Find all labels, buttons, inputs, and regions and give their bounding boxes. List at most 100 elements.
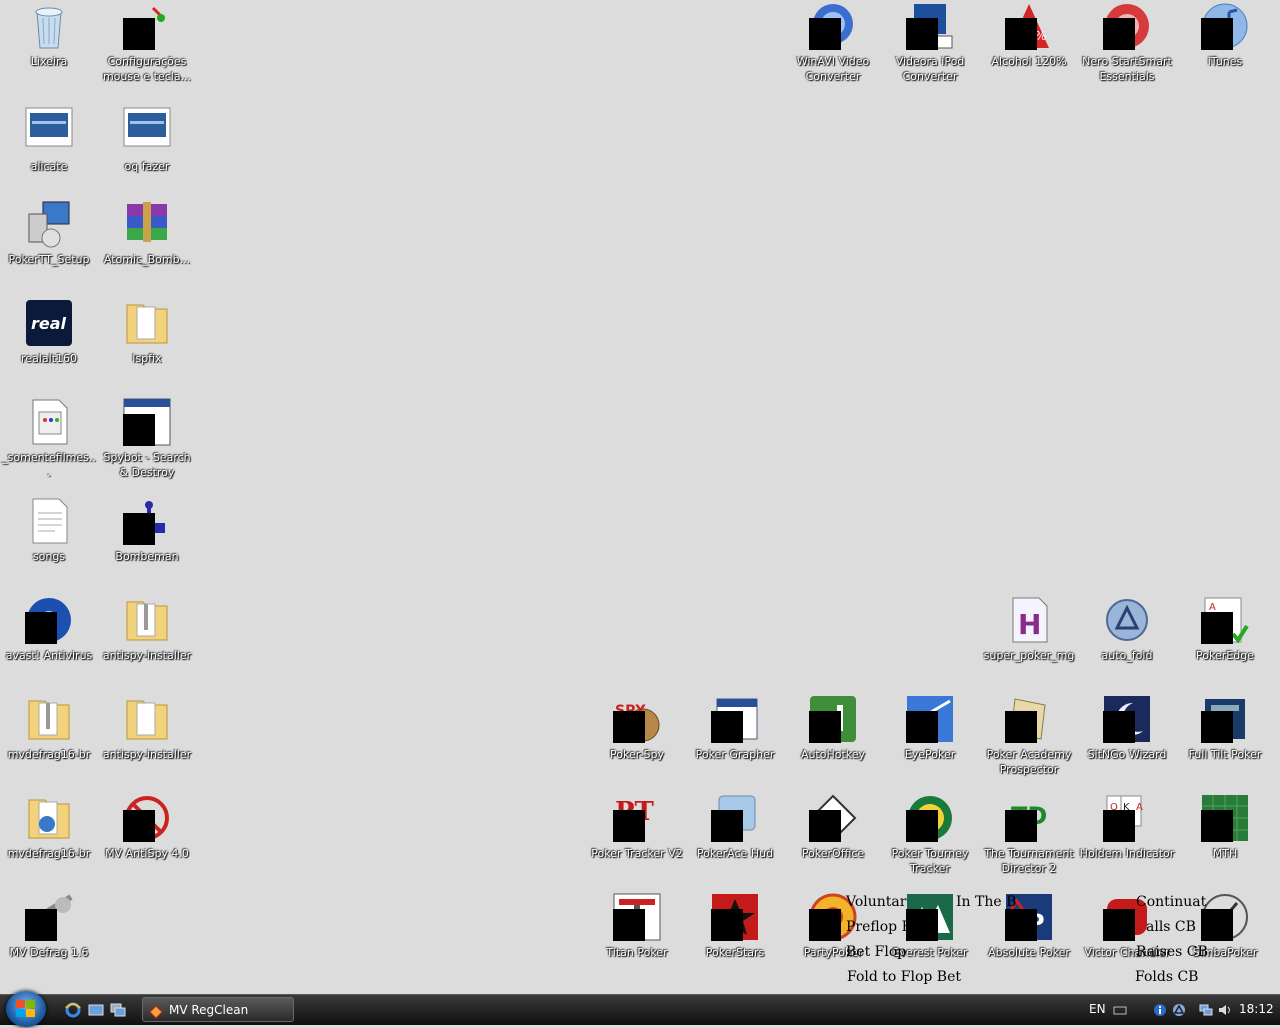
taskbar-button-label: MV RegClean <box>169 1003 249 1017</box>
desktop-icon-sitngo-wizard[interactable]: SitNGo Wizard <box>1079 695 1175 762</box>
text-file-icon <box>25 497 73 545</box>
desktop-icon-realalt[interactable]: real realalt160 <box>1 299 97 366</box>
titan-poker-icon <box>613 893 661 941</box>
desktop-icon-somentefilmes[interactable]: _somentefilmes... <box>1 398 97 480</box>
avast-icon: ? <box>25 596 73 644</box>
pokerstars-icon <box>711 893 759 941</box>
desktop-icon-poker-academy[interactable]: Poker Academy Prospector <box>981 695 1077 777</box>
volume-icon[interactable] <box>1218 1002 1232 1016</box>
mv-regclean-icon <box>149 1003 163 1019</box>
network-icon[interactable] <box>1199 1002 1213 1016</box>
overlay-calls-cb: alls CB <box>1146 919 1196 935</box>
desktop-icon-mvdefrag-1[interactable]: mvdefrag16-br <box>1 695 97 762</box>
eyepoker-icon <box>906 695 954 743</box>
desktop-icon-tournament-director[interactable]: TD The Tournament Director 2 <box>981 794 1077 876</box>
desktop-icon-poker-grapher[interactable]: Poker Grapher <box>687 695 783 762</box>
full-tilt-icon <box>1201 695 1249 743</box>
desktop-icon-eyepoker[interactable]: EyePoker <box>882 695 978 762</box>
internet-explorer-icon[interactable] <box>65 1002 81 1018</box>
keyboard-icon[interactable] <box>1113 1002 1127 1016</box>
overlay-continuation: Continuat <box>1136 894 1207 910</box>
pokeroffice-icon <box>809 794 857 842</box>
desktop-icon-mv-defrag[interactable]: MV Defrag 1.6 <box>1 893 97 960</box>
desktop-icon-bombeman[interactable]: Bombeman <box>99 497 195 564</box>
videora-icon <box>906 2 954 50</box>
autoit-script-icon <box>1103 596 1151 644</box>
desktop-icon-videora[interactable]: Videora iPod Converter <box>882 2 978 84</box>
svg-text:H: H <box>1018 608 1041 641</box>
desktop-icon-mv-antispy[interactable]: MV AntiSpy 4.0 <box>99 794 195 861</box>
document-file-icon <box>25 398 73 446</box>
svg-text:A: A <box>1136 802 1143 813</box>
language-indicator[interactable]: EN <box>1089 1002 1106 1016</box>
info-tray-icon[interactable] <box>1153 1002 1167 1016</box>
help-file-icon: H <box>1005 596 1053 644</box>
mv-defrag-icon <box>25 893 73 941</box>
desktop-icon-antispy-installer-2[interactable]: antispy-installer <box>99 695 195 762</box>
poker-tracker-icon: PT <box>613 794 661 842</box>
desktop-icon-lixeira[interactable]: Lixeira <box>1 2 97 69</box>
desktop-icon-songs[interactable]: songs <box>1 497 97 564</box>
desktop-icon-poker-tracker[interactable]: PT Poker Tracker V2 <box>589 794 685 861</box>
setup-installer-icon <box>25 200 73 248</box>
desktop-icon-spybot[interactable]: Spybot - Search & Destroy <box>99 398 195 480</box>
overlay-voluntary: Voluntar <box>846 894 907 910</box>
overlay-preflop: Preflop R <box>846 919 913 935</box>
spybot-icon <box>123 398 171 446</box>
desktop-icon-antispy-installer-1[interactable]: antispy-installer <box>99 596 195 663</box>
desktop-icon-poker-spy[interactable]: SPY Poker-Spy <box>589 695 685 762</box>
desktop-icon-itunes[interactable]: iTunes <box>1177 2 1273 69</box>
desktop-icon-nero[interactable]: Nero StartSmart Essentials <box>1079 2 1175 84</box>
desktop-icon-mth[interactable]: MTH <box>1177 794 1273 861</box>
overlay-fold-to-flop-bet: Fold to Flop Bet <box>847 969 962 985</box>
desktop-icon-full-tilt-poker[interactable]: Full Tilt Poker <box>1177 695 1273 762</box>
autoit-tray-icon[interactable] <box>1172 1002 1186 1016</box>
bomberman-icon <box>123 497 171 545</box>
itunes-icon <box>1201 2 1249 50</box>
nero-icon <box>1103 2 1151 50</box>
clock[interactable]: 18:12 <box>1239 1002 1274 1016</box>
desktop-icon-titan-poker[interactable]: Titan Poker <box>589 893 685 960</box>
desktop-icon-holdem-indicator[interactable]: QKA Holdem Indicator <box>1079 794 1175 861</box>
zip-folder-icon <box>25 794 73 842</box>
start-button[interactable] <box>6 991 46 1027</box>
desktop-icon-pokeroffice[interactable]: PokerOffice <box>785 794 881 861</box>
svg-text:real: real <box>31 314 67 333</box>
overlay-raises-cb: Raises CB <box>1136 944 1208 960</box>
desktop-icon-alcohol[interactable]: % Alcohol 120% <box>981 2 1077 69</box>
pokerace-hud-icon <box>711 794 759 842</box>
desktop-icon-configuracoes[interactable]: Configurações mouse e tecla... <box>99 2 195 84</box>
desktop-icon-mvdefrag-2[interactable]: mvdefrag16-br <box>1 794 97 861</box>
desktop-icon-autohotkey[interactable]: AutoHotkey <box>785 695 881 762</box>
desktop-icon-poker-tourney-tracker[interactable]: Poker Tourney Tracker <box>882 794 978 876</box>
screenshot-file-icon <box>25 107 73 155</box>
desktop-icon-pokertt[interactable]: PokerTT_Setup <box>1 200 97 267</box>
show-desktop-icon[interactable] <box>88 1002 104 1018</box>
desktop-icon-atomic[interactable]: Atomic_Bomb... <box>99 200 195 267</box>
mv-antispy-icon <box>123 794 171 842</box>
screenshot-file-icon <box>123 107 171 155</box>
simbapoker-icon <box>1201 893 1249 941</box>
playing-cards-icon: QKA <box>1103 794 1151 842</box>
desktop-icon-super-poker-mg[interactable]: H super_poker_mg <box>981 596 1077 663</box>
switch-windows-icon[interactable] <box>110 1002 126 1018</box>
folder-icon <box>123 695 171 743</box>
taskbar-button-mv-regclean[interactable]: MV RegClean <box>142 997 294 1022</box>
desktop-icon-winavi[interactable]: WinAVI Video Converter <box>785 2 881 84</box>
desktop-icon-pokeredge[interactable]: A PokerEdge <box>1177 596 1273 663</box>
poker-grapher-icon <box>711 695 759 743</box>
alcohol-icon: % <box>1005 2 1053 50</box>
overlay-folds-cb: Folds CB <box>1135 969 1199 985</box>
desktop-icon-pokerstars[interactable]: PokerStars <box>687 893 783 960</box>
desktop-icon-lspfix[interactable]: lspfix <box>99 299 195 366</box>
desktop-icon-oqfazer[interactable]: oq fazer <box>99 107 195 174</box>
overlay-in-the: In The B <box>956 894 1017 910</box>
folder-icon <box>123 299 171 347</box>
desktop-icon-auto-fold[interactable]: auto_fold <box>1079 596 1175 663</box>
desktop-icon-avast[interactable]: ? avast! Antivirus <box>1 596 97 663</box>
desktop-icon-alicate[interactable]: alicate <box>1 107 97 174</box>
desktop-icon-pokerace-hud[interactable]: PokerAce Hud <box>687 794 783 861</box>
poker-spy-icon: SPY <box>613 695 661 743</box>
windows-logo-icon <box>16 1000 35 1017</box>
zip-folder-icon <box>123 596 171 644</box>
